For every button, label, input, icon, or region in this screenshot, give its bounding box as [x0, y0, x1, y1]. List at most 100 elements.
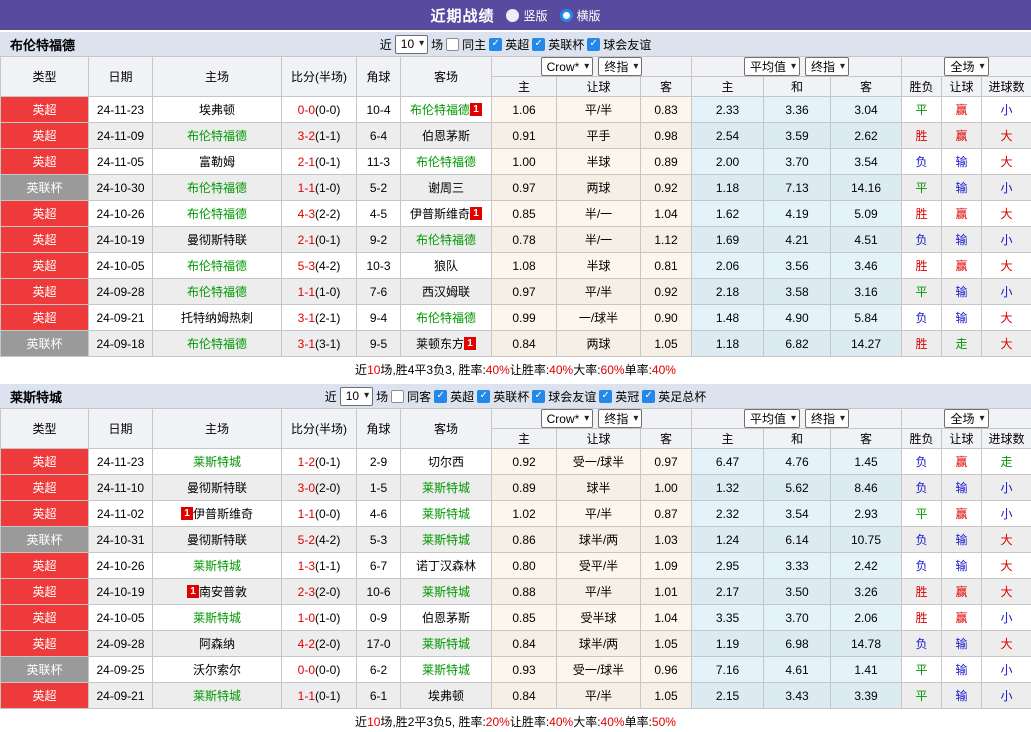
summary-part: 10 — [367, 715, 380, 729]
odds-provider-select[interactable]: Crow*▾ — [541, 409, 594, 428]
half-score: (0-1) — [315, 689, 340, 703]
average-stage-select[interactable]: 终指▾ — [805, 57, 849, 76]
score-cell: 3-0(2-0) — [282, 475, 357, 501]
odds-provider-select[interactable]: Crow*▾ — [541, 57, 594, 76]
team-link[interactable]: 曼彻斯特联 — [187, 233, 247, 247]
team-link[interactable]: 布伦特福德 — [187, 285, 247, 299]
team-link[interactable]: 莱斯特城 — [422, 481, 470, 495]
team-link[interactable]: 曼彻斯特联 — [187, 481, 247, 495]
team-link[interactable]: 西汉姆联 — [422, 285, 470, 299]
team-link[interactable]: 莱斯特城 — [193, 455, 241, 469]
team-link[interactable]: 莱斯特城 — [193, 559, 241, 573]
same-venue-checkbox[interactable] — [391, 390, 404, 403]
league-filter-label[interactable]: 英冠 — [615, 388, 639, 405]
league-filter-label[interactable]: 英超 — [450, 388, 474, 405]
league-filter-checkbox[interactable]: ✓ — [434, 390, 447, 403]
away-team-cell: 诺丁汉森林 — [401, 553, 492, 579]
league-filter-checkbox[interactable]: ✓ — [587, 38, 600, 51]
same-venue-label[interactable]: 同客 — [407, 388, 431, 405]
radio-unselected-icon[interactable] — [506, 9, 519, 22]
team-link[interactable]: 伯恩茅斯 — [422, 129, 470, 143]
team-link[interactable]: 莱斯特城 — [422, 533, 470, 547]
red-card-badge: 1 — [187, 585, 199, 598]
league-filter-label[interactable]: 英超 — [505, 36, 529, 53]
team-link[interactable]: 莱斯特城 — [422, 585, 470, 599]
half-score: (4-2) — [315, 259, 340, 273]
team-link[interactable]: 埃弗顿 — [428, 689, 464, 703]
result-goals: 小 — [982, 175, 1031, 201]
league-filter-label[interactable]: 英联杯 — [548, 36, 584, 53]
team-link[interactable]: 诺丁汉森林 — [416, 559, 476, 573]
league-filter-checkbox[interactable]: ✓ — [477, 390, 490, 403]
team-link[interactable]: 布伦特福德 — [187, 181, 247, 195]
matches-count-select[interactable]: 10▾ — [340, 387, 373, 406]
team-link[interactable]: 南安普敦 — [199, 585, 247, 599]
odds-stage-select[interactable]: 终指▾ — [598, 409, 642, 428]
league-filter-checkbox[interactable]: ✓ — [489, 38, 502, 51]
layout-option-horizontal[interactable]: 横版 — [560, 7, 601, 24]
team-link[interactable]: 谢周三 — [428, 181, 464, 195]
team-link[interactable]: 布伦特福德 — [187, 337, 247, 351]
team-link[interactable]: 富勒姆 — [199, 155, 235, 169]
team-link[interactable]: 托特纳姆热刺 — [181, 311, 253, 325]
team-link[interactable]: 莱斯特城 — [422, 663, 470, 677]
team-link[interactable]: 狼队 — [434, 259, 458, 273]
col-header: 比分(半场) — [282, 409, 357, 449]
team-link[interactable]: 莱斯特城 — [193, 611, 241, 625]
team-link[interactable]: 切尔西 — [428, 455, 464, 469]
same-venue-label[interactable]: 同主 — [462, 36, 486, 53]
team-link[interactable]: 莱斯特城 — [422, 507, 470, 521]
team-link[interactable]: 莱斯特城 — [193, 689, 241, 703]
match-date: 24-10-19 — [89, 579, 153, 605]
team-link[interactable]: 布伦特福德 — [416, 155, 476, 169]
team-link[interactable]: 阿森纳 — [199, 637, 235, 651]
average-stage-select[interactable]: 终指▾ — [805, 409, 849, 428]
team-link[interactable]: 曼彻斯特联 — [187, 533, 247, 547]
score-cell: 1-1(1-0) — [282, 279, 357, 305]
team-link[interactable]: 沃尔索尔 — [193, 663, 241, 677]
league-filter-checkbox[interactable]: ✓ — [599, 390, 612, 403]
team-link[interactable]: 布伦特福德 — [187, 207, 247, 221]
team-link[interactable]: 莱斯特城 — [422, 637, 470, 651]
match-row: 英超24-10-26布伦特福德4-3(2-2)4-5伊普斯维奇10.85半/一1… — [1, 201, 1031, 227]
average-odds-cell: 2.15 — [692, 683, 764, 709]
average-select[interactable]: 平均值▾ — [744, 409, 800, 428]
half-score: (1-0) — [315, 285, 340, 299]
odds-stage-select[interactable]: 终指▾ — [598, 57, 642, 76]
team-link[interactable]: 布伦特福德 — [187, 129, 247, 143]
league-filter-label[interactable]: 球会友谊 — [548, 388, 596, 405]
scope-select[interactable]: 全场▾ — [944, 409, 988, 428]
team-link[interactable]: 伊普斯维奇 — [193, 507, 253, 521]
league-filter-checkbox[interactable]: ✓ — [642, 390, 655, 403]
league-filter-checkbox[interactable]: ✓ — [532, 38, 545, 51]
result-handicap: 输 — [942, 149, 982, 175]
league-filter-checkbox[interactable]: ✓ — [532, 390, 545, 403]
team-link[interactable]: 莱顿东方 — [416, 337, 464, 351]
match-row: 英超24-09-21托特纳姆热刺3-1(2-1)9-4布伦特福德0.99一/球半… — [1, 305, 1031, 331]
team-link[interactable]: 布伦特福德 — [187, 259, 247, 273]
team-link[interactable]: 布伦特福德 — [416, 233, 476, 247]
result-goals: 小 — [982, 657, 1031, 683]
handicap-odds-cell: 0.89 — [492, 475, 557, 501]
handicap-odds-selects: Crow*▾终指▾ — [492, 409, 691, 428]
average-select[interactable]: 平均值▾ — [744, 57, 800, 76]
team-link[interactable]: 布伦特福德 — [410, 103, 470, 117]
result-scope-select-wrap: 全场▾ — [902, 57, 1031, 76]
score-cell: 1-1(0-0) — [282, 501, 357, 527]
league-filter-label[interactable]: 球会友谊 — [603, 36, 651, 53]
match-row: 英超24-11-10曼彻斯特联3-0(2-0)1-5莱斯特城0.89球半1.00… — [1, 475, 1031, 501]
match-row: 英超24-11-021伊普斯维奇1-1(0-0)4-6莱斯特城1.02平/半0.… — [1, 501, 1031, 527]
scope-select[interactable]: 全场▾ — [944, 57, 988, 76]
league-filter-label[interactable]: 英联杯 — [493, 388, 529, 405]
same-venue-checkbox[interactable] — [446, 38, 459, 51]
layout-option-vertical[interactable]: 竖版 — [506, 7, 547, 24]
matches-count-select[interactable]: 10▾ — [395, 35, 428, 54]
red-card-badge: 1 — [464, 337, 476, 350]
radio-selected-icon[interactable] — [560, 9, 573, 22]
team-link[interactable]: 伯恩茅斯 — [422, 611, 470, 625]
team-link[interactable]: 埃弗顿 — [199, 103, 235, 117]
team-link[interactable]: 布伦特福德 — [416, 311, 476, 325]
match-date: 24-10-31 — [89, 527, 153, 553]
team-link[interactable]: 伊普斯维奇 — [410, 207, 470, 221]
league-filter-label[interactable]: 英足总杯 — [658, 388, 706, 405]
